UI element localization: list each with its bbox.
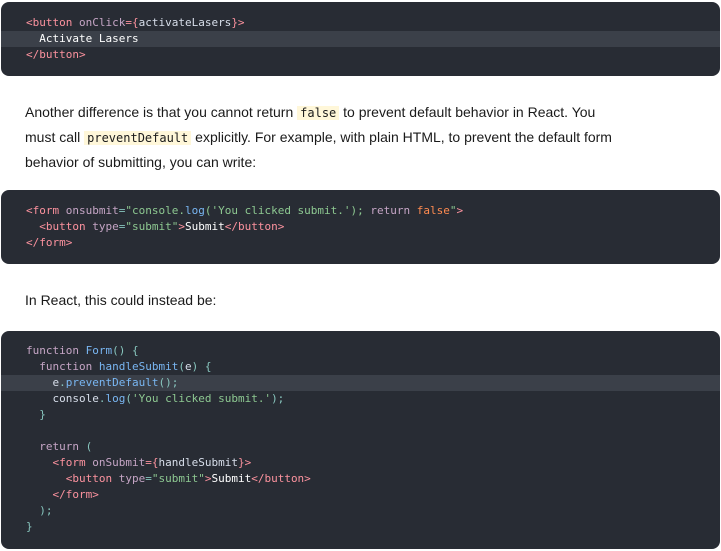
code-line: </button> (1, 47, 720, 63)
code-token: Form (86, 344, 113, 357)
code-token: handleSubmit (158, 456, 237, 469)
code-token: console (26, 392, 99, 405)
code-token: </button> (26, 48, 86, 61)
code-token: () { (112, 344, 139, 357)
code-line: </form> (1, 487, 720, 503)
code-token: <button (26, 220, 92, 233)
paragraph-prevent-default: Another difference is that you cannot re… (25, 100, 625, 174)
code-token: "submit" (125, 220, 178, 233)
inline-code-preventdefault: preventDefault (84, 131, 191, 145)
code-line: <form onsubmit="console.log('You clicked… (1, 203, 720, 219)
code-line: } (1, 519, 720, 535)
code-token: <form (26, 204, 66, 217)
code-token: > (178, 220, 185, 233)
code-line: ); (1, 503, 720, 519)
code-token: </form> (26, 488, 99, 501)
code-token: activateLasers (139, 16, 232, 29)
paragraph-text: Another difference is that you cannot re… (25, 104, 297, 120)
code-block-html-form: <form onsubmit="console.log('You clicked… (1, 190, 720, 264)
code-token: handleSubmit (99, 360, 178, 373)
code-line-highlighted: Activate Lasers (1, 31, 720, 47)
code-token: . (59, 376, 66, 389)
code-token: } (26, 408, 46, 421)
code-token: e (185, 360, 192, 373)
code-line: } (1, 407, 720, 423)
code-token: > (457, 204, 464, 217)
code-line: function handleSubmit(e) { (1, 359, 720, 375)
paragraph-text: In React, this could instead be: (25, 292, 216, 308)
code-line: <button onClick={activateLasers}> (1, 15, 720, 31)
code-line: <button type="submit">Submit</button> (1, 471, 720, 487)
code-token: e (26, 376, 59, 389)
code-token: log (185, 204, 205, 217)
paragraph-react-instead: In React, this could instead be: (25, 288, 625, 312)
code-line: <form onSubmit={handleSubmit}> (1, 455, 720, 471)
code-token: }> (231, 16, 244, 29)
code-token: ('You clicked submit.'); (205, 204, 371, 217)
code-token: onsubmit (66, 204, 119, 217)
code-token: (); (158, 376, 178, 389)
code-token: return (26, 440, 86, 453)
code-line: <button type="submit">Submit</button> (1, 219, 720, 235)
code-token: ={ (145, 456, 158, 469)
code-token: Activate Lasers (26, 32, 139, 45)
code-line (1, 423, 720, 439)
code-token: <button (26, 16, 79, 29)
code-token: function (26, 360, 99, 373)
code-token: false (417, 204, 450, 217)
code-token: onClick (79, 16, 125, 29)
code-token: type (119, 472, 146, 485)
code-line: </form> (1, 235, 720, 251)
code-line: function Form() { (1, 343, 720, 359)
code-token: Submit (185, 220, 225, 233)
code-token: }> (238, 456, 251, 469)
code-token: <button (26, 472, 119, 485)
code-token: ( (125, 392, 132, 405)
code-token: log (105, 392, 125, 405)
code-token: onSubmit (92, 456, 145, 469)
code-token: ) { (192, 360, 212, 373)
code-token: ); (26, 504, 53, 517)
code-token: type (92, 220, 119, 233)
code-line: console.log('You clicked submit.'); (1, 391, 720, 407)
code-token: Submit (211, 472, 251, 485)
code-token: </button> (225, 220, 285, 233)
code-line: return ( (1, 439, 720, 455)
code-token: </button> (251, 472, 311, 485)
code-token: ( (86, 440, 93, 453)
code-token: "console. (125, 204, 185, 217)
inline-code-false: false (297, 106, 339, 120)
code-token: </form> (26, 236, 72, 249)
code-token: ); (271, 392, 284, 405)
code-token: ={ (125, 16, 138, 29)
code-block-activate-lasers: <button onClick={activateLasers}> Activa… (1, 2, 720, 76)
code-token: = (145, 472, 152, 485)
code-token: ( (178, 360, 185, 373)
code-token: <form (26, 456, 92, 469)
code-token: " (450, 204, 457, 217)
code-token: function (26, 344, 86, 357)
code-token: } (26, 520, 33, 533)
code-token: "submit" (152, 472, 205, 485)
code-token: return (370, 204, 416, 217)
code-token: 'You clicked submit.' (132, 392, 271, 405)
code-block-react-form: function Form() { function handleSubmit(… (1, 331, 720, 549)
code-line-highlighted: e.preventDefault(); (1, 375, 720, 391)
code-token: preventDefault (66, 376, 159, 389)
